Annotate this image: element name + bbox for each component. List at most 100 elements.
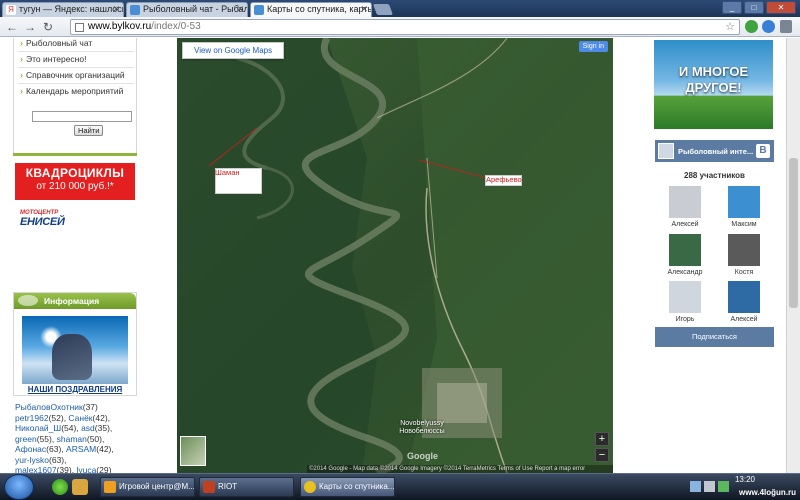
close-icon[interactable]: ✕ [112, 4, 120, 15]
marker-label-shaman[interactable]: Шаман [215, 168, 240, 177]
chrome-icon [304, 481, 316, 493]
vk-member[interactable]: Игорь [665, 281, 705, 323]
zoom-out-button[interactable]: − [595, 448, 609, 462]
clock[interactable]: 13:20 [730, 475, 760, 484]
user-link[interactable]: petr1962 [15, 413, 49, 423]
avatar [669, 234, 701, 266]
tab-label: Карты со спутника, карты [267, 4, 372, 14]
marker-label-arefevo[interactable]: Арефьево [486, 175, 522, 184]
user-count: (55) [36, 433, 52, 444]
vk-member[interactable]: Алексей [665, 186, 705, 228]
start-button[interactable] [4, 474, 34, 500]
ad-line-2: от 210 000 руб.!* [36, 181, 114, 192]
extension-icon[interactable] [745, 20, 758, 33]
menu-item-directory[interactable]: Справочник организаций [20, 70, 125, 80]
map-type-thumbnail[interactable] [180, 436, 206, 466]
close-window-button[interactable]: ✕ [766, 1, 796, 14]
user-link[interactable]: asd [81, 423, 95, 433]
divider [18, 83, 134, 84]
user-link[interactable]: РыбаловОхотник [15, 402, 83, 412]
search-input[interactable] [32, 111, 132, 122]
zoom-in-button[interactable]: + [595, 432, 609, 446]
windows-taskbar: Игровой центр@M... RIOT Карты со спутник… [0, 473, 800, 500]
taskbar-item[interactable]: Игровой центр@M... [100, 477, 195, 497]
user-link[interactable]: Николай_Ш [15, 423, 61, 433]
avatar [669, 186, 701, 218]
user-link[interactable]: ARSAM [66, 444, 96, 454]
congrats-image[interactable] [22, 316, 128, 384]
green-divider [13, 153, 137, 156]
vk-logo-icon: B [756, 144, 770, 158]
member-name: Алексей [671, 221, 699, 228]
vk-member[interactable]: Александр [665, 234, 705, 276]
subscribe-button[interactable]: Подписаться [655, 327, 774, 347]
speaker-icon[interactable] [704, 481, 715, 492]
place-name-latin: Novobelyussy [400, 420, 444, 427]
satellite-map[interactable]: View on Google Maps Sign in Шаман Арефье… [177, 38, 613, 473]
reload-button[interactable]: ↻ [40, 19, 56, 35]
ad-banner-more[interactable]: И МНОГОЕ ДРУГОЕ! [654, 40, 773, 129]
member-name: Игорь [675, 316, 695, 323]
signin-button[interactable]: Sign in [578, 41, 608, 52]
tab-maps[interactable]: Карты со спутника, карты ✕ [250, 2, 372, 17]
folder-icon[interactable] [72, 479, 88, 495]
page-content: Рыболовный чат Это интересно! Справочник… [0, 38, 800, 473]
menu-item-interesting[interactable]: Это интересно! [20, 54, 86, 64]
icq-icon[interactable] [52, 479, 68, 495]
scrollbar-thumb[interactable] [789, 158, 798, 308]
left-menu: Рыболовный чат Это интересно! Справочник… [13, 38, 137, 154]
at-icon[interactable] [762, 20, 775, 33]
user-link[interactable]: Санёк [68, 413, 92, 423]
ad-text: И МНОГОЕ ДРУГОЕ! [654, 64, 773, 96]
url-text: www.bylkov.ru/index/0-53 [88, 21, 201, 32]
close-icon[interactable]: ✕ [236, 4, 244, 15]
moto-enisey-logo[interactable]: МОТОЦЕНТР ЕНИСЕЙ [20, 210, 70, 242]
bookmark-star-icon[interactable]: ☆ [725, 20, 735, 33]
fish-icon [18, 295, 38, 306]
fish-icon [130, 5, 140, 15]
member-name: Костя [734, 269, 754, 276]
vk-member[interactable]: Максим [724, 186, 764, 228]
game-icon [203, 481, 215, 493]
close-icon[interactable]: ✕ [360, 4, 368, 15]
user-link[interactable]: Афонас [15, 444, 46, 454]
hands-shape [52, 334, 92, 380]
view-on-google-maps-button[interactable]: View on Google Maps [182, 42, 285, 59]
user-link[interactable]: yur-lysko [15, 455, 49, 465]
wrench-icon[interactable] [780, 20, 792, 33]
ad-banner-quads[interactable]: КВАДРОЦИКЛЫ от 210 000 руб.!* [15, 163, 135, 200]
new-tab-button[interactable] [372, 4, 394, 15]
network-icon[interactable] [718, 481, 729, 492]
keyboard-layout-icon[interactable] [690, 481, 701, 492]
menu-item-chat[interactable]: Рыболовный чат [20, 38, 92, 48]
fish-icon [254, 5, 264, 15]
back-button[interactable]: ← [4, 19, 20, 35]
user-count: (35) [94, 423, 110, 433]
vk-widget-header[interactable]: Рыболовный инте... B [655, 140, 774, 162]
watermark: www.4loğun.ru [739, 488, 797, 497]
user-count: (52) [48, 412, 64, 423]
page-scrollbar[interactable] [786, 38, 800, 473]
menu-item-calendar[interactable]: Календарь мероприятий [20, 86, 123, 96]
user-count: (29) [96, 465, 112, 473]
user-link[interactable]: green [15, 434, 37, 444]
user-link[interactable]: lyuca [76, 465, 96, 473]
congrats-link[interactable]: НАШИ ПОЗДРАВЛЕНИЯ [22, 385, 128, 394]
taskbar-item[interactable]: Карты со спутника... [300, 477, 395, 497]
avatar [669, 281, 701, 313]
user-link[interactable]: shaman [57, 434, 87, 444]
search-button[interactable]: Найти [74, 125, 104, 136]
tab-yandex[interactable]: Я тугун — Яндекс: нашлось ✕ [2, 2, 124, 17]
address-bar[interactable]: www.bylkov.ru/index/0-53 ☆ [70, 19, 740, 35]
vk-members-count: 288 участников [684, 171, 745, 180]
taskbar-item[interactable]: RIOT [199, 477, 294, 497]
tab-chat[interactable]: Рыболовный чат - Рыбалк ✕ [126, 2, 248, 17]
task-label: Игровой центр@M... [119, 482, 195, 491]
vk-member[interactable]: Костя [724, 234, 764, 276]
users-list: РыбаловОхотник(37) petr1962(52), Санёк(4… [15, 402, 114, 473]
maximize-button[interactable]: □ [744, 1, 764, 14]
forward-button[interactable]: → [22, 19, 38, 35]
vk-member[interactable]: Алексей [724, 281, 764, 323]
user-link[interactable]: malex1607 [15, 465, 57, 473]
minimize-button[interactable]: _ [722, 1, 742, 14]
